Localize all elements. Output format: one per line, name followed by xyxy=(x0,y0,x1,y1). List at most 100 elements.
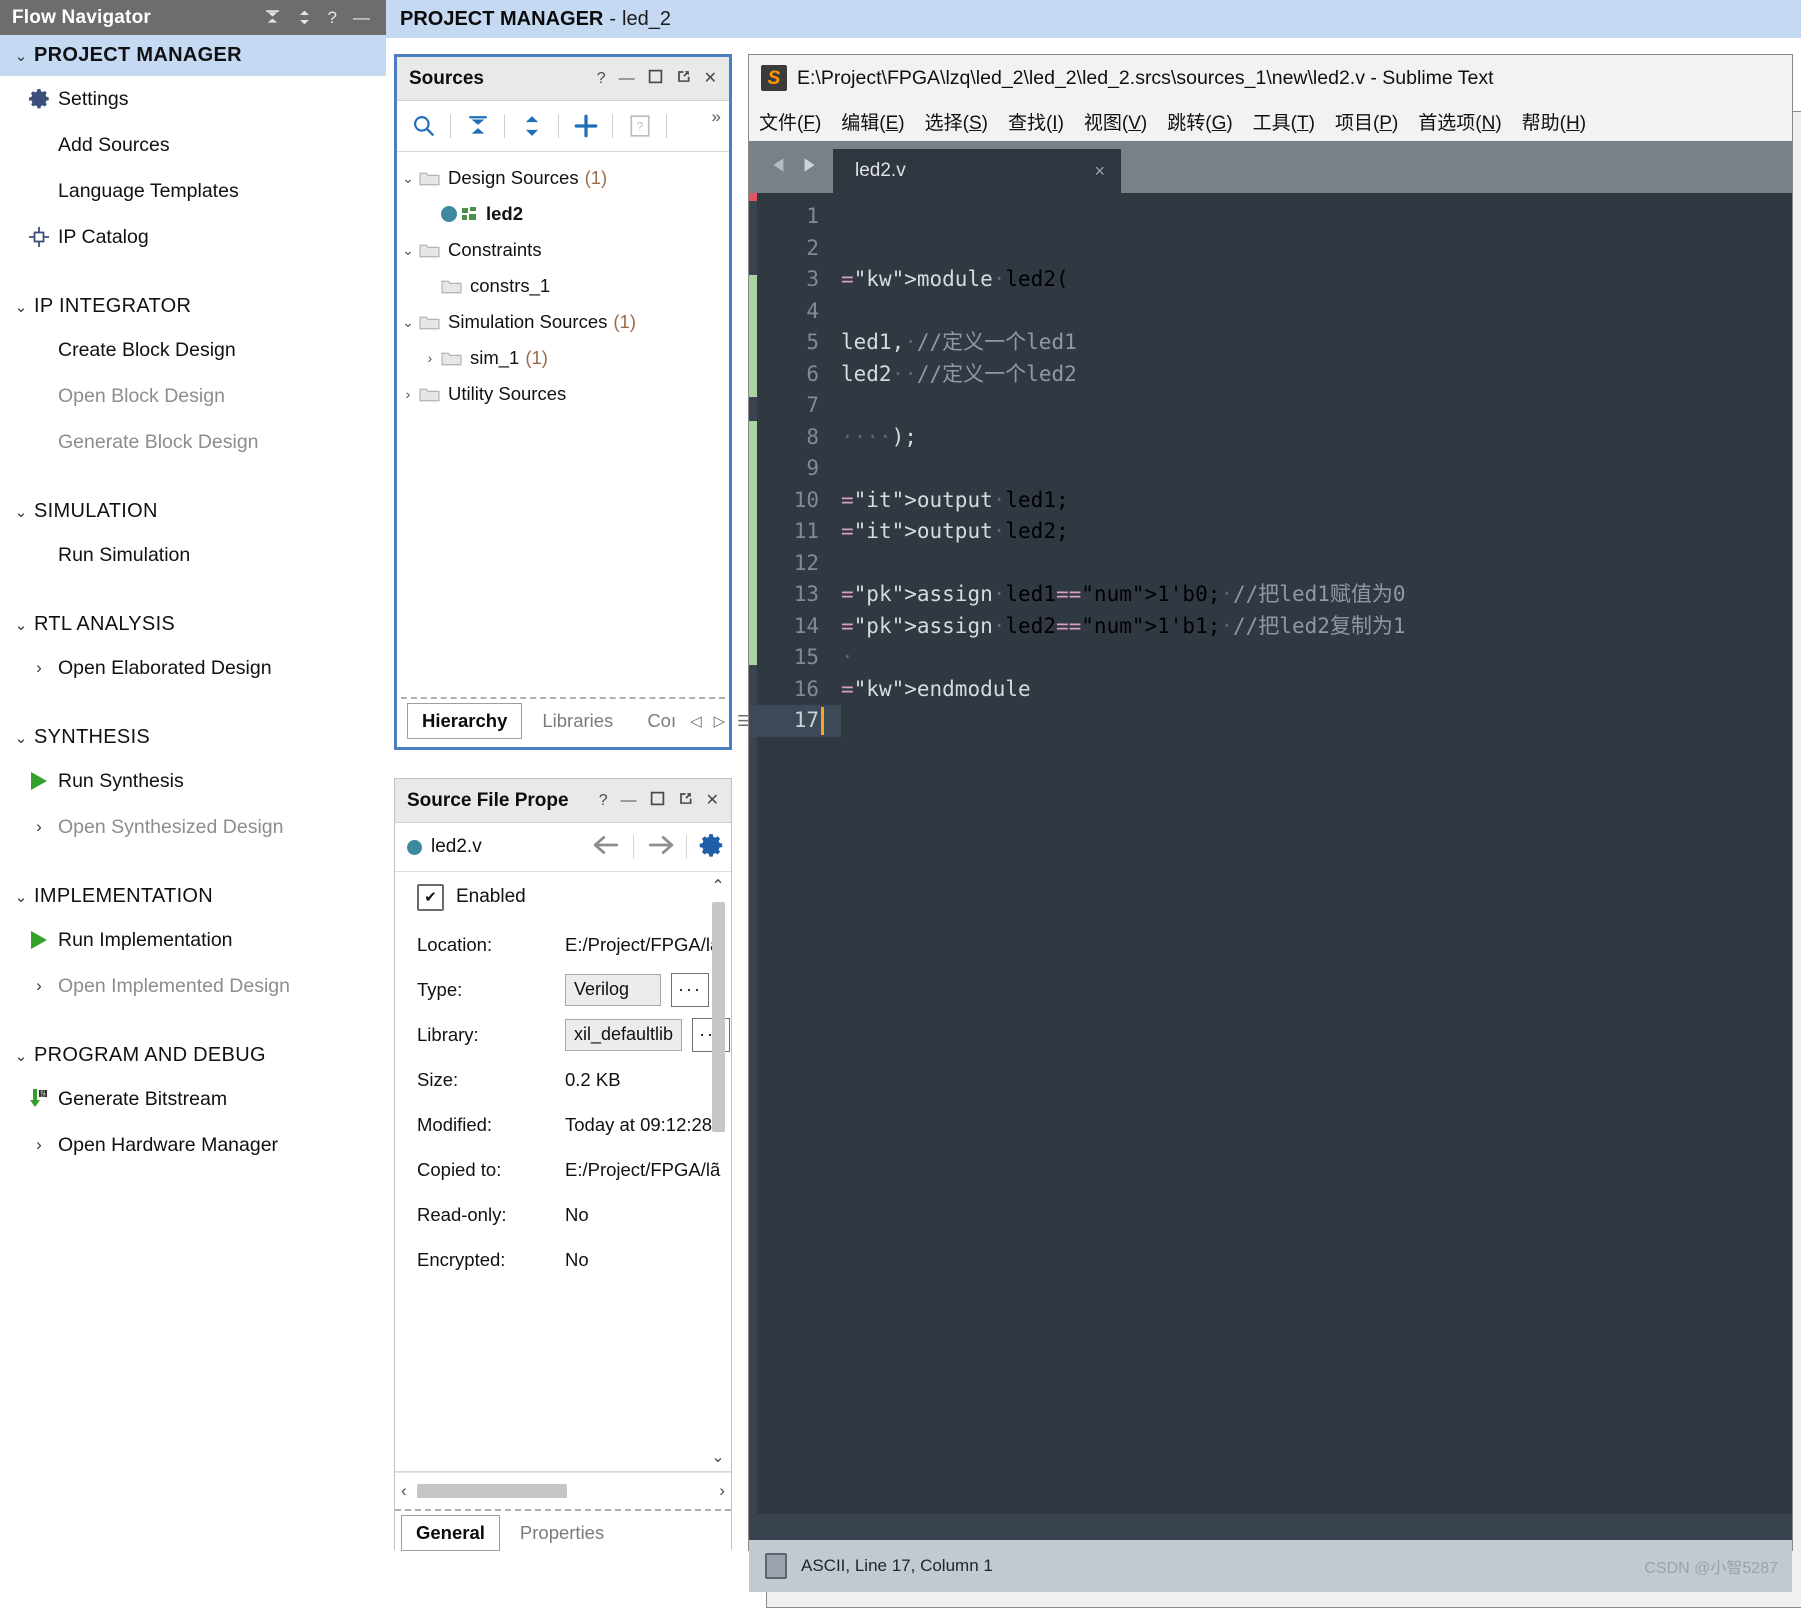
nav-item-add-sources[interactable]: Add Sources xyxy=(0,122,386,168)
chevron-right-icon[interactable]: › xyxy=(20,976,58,996)
chevron-right-icon[interactable]: › xyxy=(397,386,419,402)
menu-item-i[interactable]: 查找(I) xyxy=(1008,108,1064,135)
editor-tab-led2v[interactable]: led2.v × xyxy=(833,149,1121,193)
gear-icon[interactable] xyxy=(699,833,723,862)
help-icon[interactable]: ? xyxy=(599,792,608,809)
nav-item-settings[interactable]: Settings xyxy=(0,76,386,122)
chevron-right-icon[interactable]: › xyxy=(20,1135,58,1155)
chevron-right-icon[interactable]: › xyxy=(20,817,58,837)
nav-item-generate-bitstream[interactable]: 01 10 Generate Bitstream xyxy=(0,1076,386,1122)
minimize-icon[interactable]: — xyxy=(619,70,635,87)
tree-node-simulation-sources[interactable]: ⌄ Simulation Sources (1) xyxy=(397,304,729,340)
nav-item-open-hardware-manager[interactable]: › Open Hardware Manager xyxy=(0,1122,386,1168)
scroll-down-icon[interactable]: ⌄ xyxy=(711,1447,724,1467)
nav-group-implementation[interactable]: ⌄ IMPLEMENTATION xyxy=(0,876,386,917)
menu-item-g[interactable]: 跳转(G) xyxy=(1167,108,1232,135)
menu-item-e[interactable]: 编辑(E) xyxy=(841,108,904,135)
nav-item-ip-catalog[interactable]: IP Catalog xyxy=(0,214,386,260)
scrollbar-thumb[interactable] xyxy=(711,902,725,1132)
chevron-down-icon[interactable]: ⌄ xyxy=(397,170,419,187)
sfp-vertical-scrollbar[interactable]: ⌃ ⌄ xyxy=(707,876,729,1467)
property-value-field[interactable]: xil_defaultlib xyxy=(565,1018,683,1051)
maximize-icon[interactable] xyxy=(650,791,665,810)
scroll-left-icon[interactable]: ◁ xyxy=(690,712,702,730)
tree-node-utility-sources[interactable]: › Utility Sources xyxy=(397,376,729,412)
next-tab-icon[interactable] xyxy=(799,156,819,178)
help-icon[interactable]: ? xyxy=(328,9,337,26)
menu-item-f[interactable]: 文件(F) xyxy=(759,108,821,135)
forward-arrow-icon[interactable] xyxy=(646,835,674,860)
menu-item-p[interactable]: 项目(P) xyxy=(1335,108,1398,135)
nav-item-run-synthesis[interactable]: Run Synthesis xyxy=(0,758,386,804)
nav-group-synthesis[interactable]: ⌄ SYNTHESIS xyxy=(0,717,386,758)
nav-group-rtl-analysis[interactable]: ⌄ RTL ANALYSIS xyxy=(0,604,386,645)
add-sources-icon[interactable] xyxy=(559,113,612,139)
menu-item-n[interactable]: 首选项(N) xyxy=(1418,108,1501,135)
tree-node-sim-1[interactable]: › sim_1 (1) xyxy=(397,340,729,376)
sfp-tab-general[interactable]: General xyxy=(401,1515,500,1551)
help-icon[interactable]: ? xyxy=(597,70,606,87)
nav-item-open-block-design[interactable]: Open Block Design xyxy=(0,373,386,419)
property-value-field[interactable]: Verilog xyxy=(565,973,661,1006)
chevron-down-icon[interactable]: ⌄ xyxy=(397,242,419,259)
sfp-horizontal-scrollbar[interactable]: ‹ › xyxy=(395,1472,731,1509)
close-icon[interactable]: × xyxy=(1094,161,1105,182)
toolbar-overflow-button[interactable]: » xyxy=(712,107,721,127)
nav-item-open-elaborated-design[interactable]: › Open Elaborated Design xyxy=(0,645,386,691)
menu-item-v[interactable]: 视图(V) xyxy=(1084,108,1147,135)
enabled-checkbox[interactable]: ✔ xyxy=(417,883,444,911)
prev-tab-icon[interactable] xyxy=(769,156,789,178)
chevron-right-icon[interactable]: › xyxy=(419,350,441,366)
nav-item-generate-block-design[interactable]: Generate Block Design xyxy=(0,419,386,465)
sources-tab-libraries[interactable]: Libraries xyxy=(528,704,627,738)
sfp-tab-properties[interactable]: Properties xyxy=(506,1516,618,1550)
enabled-checkbox-row[interactable]: ✔ Enabled xyxy=(395,872,731,922)
hscroll-track[interactable] xyxy=(407,1484,720,1498)
menu-item-t[interactable]: 工具(T) xyxy=(1253,108,1315,135)
collapse-all-icon[interactable] xyxy=(264,9,281,26)
close-icon[interactable]: ✕ xyxy=(706,792,719,809)
nav-group-simulation[interactable]: ⌄ SIMULATION xyxy=(0,491,386,532)
float-icon[interactable] xyxy=(678,791,693,810)
nav-item-open-implemented-design[interactable]: › Open Implemented Design xyxy=(0,963,386,1009)
nav-item-language-templates[interactable]: Language Templates xyxy=(0,168,386,214)
close-icon[interactable]: ✕ xyxy=(704,70,717,87)
hscroll-thumb[interactable] xyxy=(416,1484,567,1498)
menu-item-h[interactable]: 帮助(H) xyxy=(1522,108,1586,135)
scroll-right-icon[interactable]: ▷ xyxy=(714,712,726,730)
nav-item-create-block-design[interactable]: Create Block Design xyxy=(0,327,386,373)
file-status-icon xyxy=(407,839,422,855)
maximize-icon[interactable] xyxy=(648,69,663,88)
search-icon[interactable] xyxy=(397,113,450,139)
collapse-all-icon[interactable] xyxy=(451,114,504,138)
browse-button[interactable]: ··· xyxy=(671,972,709,1007)
float-icon[interactable] xyxy=(676,69,691,88)
sources-tab-co-[interactable]: Coı xyxy=(633,704,690,738)
expand-all-icon[interactable] xyxy=(505,114,558,138)
report-icon[interactable]: ? xyxy=(613,114,666,138)
back-arrow-icon[interactable] xyxy=(593,835,621,860)
sidebar-toggle-icon[interactable] xyxy=(765,1553,787,1579)
tree-node-led2[interactable]: led2(led2.v) xyxy=(397,111,1801,1608)
chevron-right-icon[interactable]: › xyxy=(20,658,58,678)
nav-item-open-synthesized-design[interactable]: › Open Synthesized Design xyxy=(0,804,386,850)
menu-item-s[interactable]: 选择(S) xyxy=(925,108,988,135)
tree-node-constraints[interactable]: ⌄ Constraints xyxy=(397,232,729,268)
tree-node-design-sources[interactable]: ⌄ Design Sources (1) xyxy=(397,160,729,196)
minimize-icon[interactable]: — xyxy=(353,9,370,26)
nav-group-ip-integrator[interactable]: ⌄ IP INTEGRATOR xyxy=(0,286,386,327)
minimize-icon[interactable]: — xyxy=(621,792,637,809)
code-editor[interactable]: 1 2 3 ="kw">module · led2(4 5 led1,·//定义一个led1 6… xyxy=(749,193,1792,1514)
property-row-copied-to: Copied to: E:/Project/FPGA/lã xyxy=(395,1147,731,1192)
chevron-down-icon[interactable]: ⌄ xyxy=(397,314,419,331)
scroll-up-icon[interactable]: ⌃ xyxy=(711,876,724,896)
scroll-right-icon[interactable]: › xyxy=(719,1481,725,1501)
nav-group-program-and-debug[interactable]: ⌄ PROGRAM AND DEBUG xyxy=(0,1035,386,1076)
nav-group-project-manager[interactable]: ⌄ PROJECT MANAGER xyxy=(0,35,386,76)
nav-item-run-simulation[interactable]: Run Simulation xyxy=(0,532,386,578)
status-text: ASCII, Line 17, Column 1 xyxy=(801,1556,993,1575)
sources-tab-hierarchy[interactable]: Hierarchy xyxy=(407,703,523,739)
nav-item-run-implementation[interactable]: Run Implementation xyxy=(0,917,386,963)
tree-node-constrs-1[interactable]: constrs_1 xyxy=(397,268,729,304)
expand-collapse-icon[interactable] xyxy=(297,9,312,26)
